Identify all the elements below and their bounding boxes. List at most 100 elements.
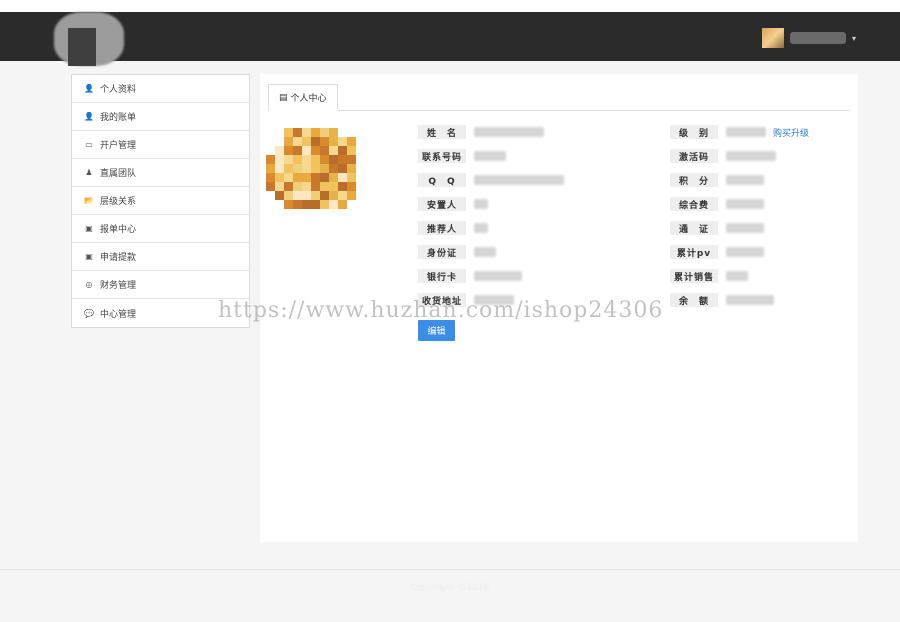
user-avatar[interactable] (761, 28, 784, 48)
info-field: 累计销售 (670, 269, 748, 283)
avatar-pixel (293, 155, 302, 164)
avatar-pixel (320, 200, 329, 209)
avatar-pixel (347, 146, 356, 155)
person-icon: ♟ (85, 168, 93, 177)
avatar-pixel (293, 128, 302, 137)
avatar-pixel (320, 164, 329, 173)
id-card-icon: ▤ (279, 92, 288, 103)
avatar-pixel (302, 146, 311, 155)
avatar-pixel (302, 182, 311, 191)
field-value-redacted (726, 151, 776, 161)
comments-icon: 💬 (84, 308, 94, 318)
info-field: 姓 名 (418, 125, 544, 139)
user-menu[interactable]: ▾ (761, 28, 856, 48)
avatar-pixel (338, 173, 347, 182)
money-icon: ▣ (85, 224, 93, 233)
user-name-redacted[interactable] (789, 32, 846, 44)
field-value-redacted (726, 127, 766, 137)
edit-button[interactable]: 编辑 (418, 320, 455, 341)
avatar-pixel (284, 182, 293, 191)
avatar-pixel (302, 155, 311, 164)
folder-open-icon: 📂 (84, 196, 94, 205)
avatar-pixel (293, 137, 302, 146)
avatar-pixel (329, 146, 338, 155)
footer: Copyright ©2016 (0, 569, 900, 622)
logo[interactable] (54, 12, 124, 68)
field-label: 推荐人 (418, 221, 466, 235)
avatar-pixel (329, 182, 338, 191)
top-navbar: ▾ (0, 12, 900, 66)
avatar-pixel (311, 200, 320, 209)
avatar-pixel (302, 128, 311, 137)
chevron-down-icon[interactable]: ▾ (852, 34, 856, 43)
field-value-redacted (474, 175, 564, 185)
info-field: 激活码 (670, 149, 776, 163)
info-field: 通 证 (670, 221, 764, 235)
avatar-pixel (284, 128, 293, 137)
avatar-pixel (275, 146, 284, 155)
avatar-pixel (329, 200, 338, 209)
user-icon: 👤 (84, 112, 94, 121)
avatar-pixel (311, 155, 320, 164)
avatar-pixel (302, 200, 311, 209)
sidebar-item-7[interactable]: ◎ 财务管理 (72, 271, 249, 299)
avatar-pixel (329, 173, 338, 182)
watermark-text: https://www.huzhan.com/ishop24306 (218, 298, 664, 323)
sidebar-item-3[interactable]: ♟ 直属团队 (72, 159, 249, 187)
field-label: 激活码 (670, 149, 718, 163)
avatar-pixel (275, 155, 284, 164)
field-value-redacted (726, 247, 764, 257)
avatar-pixel (293, 173, 302, 182)
sidebar-item-1[interactable]: 👤 我的账单 (72, 103, 249, 131)
card-icon: ▭ (85, 140, 93, 149)
avatar-pixel (293, 182, 302, 191)
info-field: 安置人 (418, 197, 488, 211)
sidebar-item-6[interactable]: ▣ 申请提款 (72, 243, 249, 271)
avatar-pixel (320, 173, 329, 182)
field-label: 安置人 (418, 197, 466, 211)
avatar-pixel (338, 137, 347, 146)
sidebar-item-2[interactable]: ▭ 开户管理 (72, 131, 249, 159)
sidebar-item-0[interactable]: 👤 个人资料 (72, 75, 249, 103)
avatar-pixel (284, 191, 293, 200)
field-value-redacted (474, 127, 544, 137)
sidebar-item-label: 个人资料 (100, 85, 137, 95)
info-field: 银行卡 (418, 269, 522, 283)
avatar-pixel (275, 164, 284, 173)
avatar-pixel (347, 191, 356, 200)
upgrade-link[interactable]: 购买升级 (773, 126, 809, 139)
avatar-pixel (311, 146, 320, 155)
avatar-pixel (320, 146, 329, 155)
avatar-pixel (275, 173, 284, 182)
info-field: 级 别 (670, 125, 766, 139)
sidebar-item-5[interactable]: ▣ 报单中心 (72, 215, 249, 243)
sidebar-item-label: 直属团队 (100, 169, 137, 179)
info-field: 综合费 (670, 197, 764, 211)
info-field: Q Q (418, 173, 564, 187)
sidebar-item-label: 我的账单 (100, 113, 137, 123)
avatar-pixel (320, 128, 329, 137)
avatar-pixel (293, 164, 302, 173)
field-label: 通 证 (670, 221, 718, 235)
avatar-pixel (284, 155, 293, 164)
top-strip (0, 0, 900, 12)
avatar-pixel (320, 182, 329, 191)
avatar-pixel (311, 191, 320, 200)
sidebar-item-4[interactable]: 📂 层级关系 (72, 187, 249, 215)
field-label: 累计销售 (670, 269, 718, 283)
avatar-pixel (338, 182, 347, 191)
field-value-redacted (474, 151, 506, 161)
field-label: 姓 名 (418, 125, 466, 139)
field-value-redacted (726, 271, 748, 281)
sidebar-item-label: 财务管理 (100, 281, 137, 291)
field-value-redacted (726, 295, 774, 305)
tab-personal-center[interactable]: ▤ 个人中心 (268, 84, 338, 111)
field-label: 累计pv (670, 245, 718, 259)
avatar-pixel (293, 200, 302, 209)
avatar-pixel (302, 164, 311, 173)
money-icon: ▣ (85, 252, 93, 261)
field-label: Q Q (418, 173, 466, 187)
avatar-pixel (338, 164, 347, 173)
avatar-pixel (275, 182, 284, 191)
avatar-pixel (266, 164, 275, 173)
